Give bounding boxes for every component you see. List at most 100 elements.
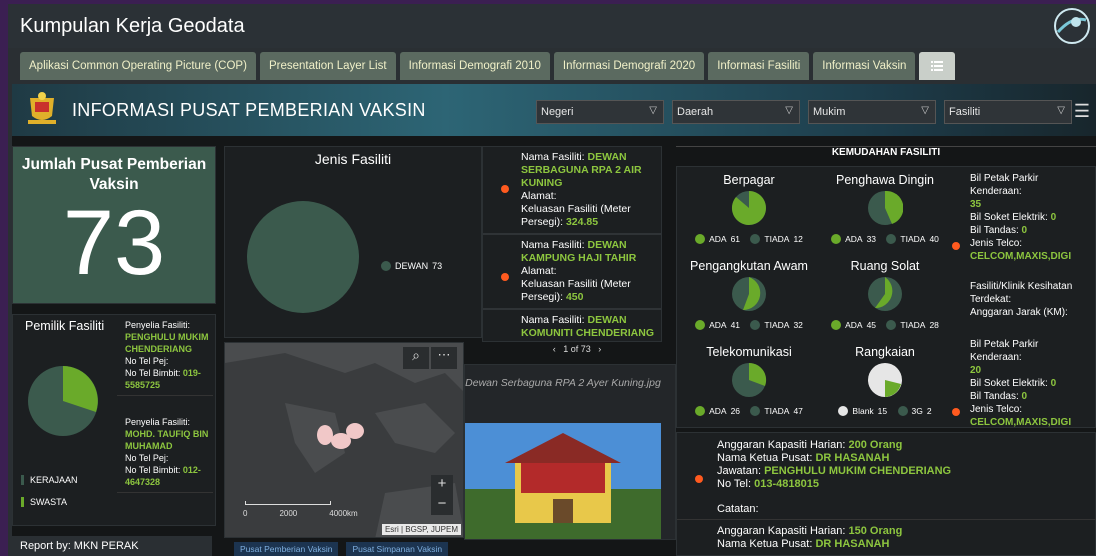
chevron-down-icon: ▽ [785,105,793,116]
chevron-down-icon: ▽ [921,105,929,116]
tab-pusat-simpanan-vaksin[interactable]: Pusat Simpanan Vaksin [346,542,449,556]
facility-type-legend: DEWAN 73 [381,261,442,271]
legend-value: 12 [793,234,803,244]
legend-value: 15 [877,406,888,416]
marker-dot-icon [501,273,509,281]
map-view[interactable]: ⌕ ⋯ + − 0 2000 4000km Esri | BGSP, JUPEM [224,342,464,538]
tab-presentation-layer[interactable]: Presentation Layer List [259,52,396,80]
legend-value: 61 [730,234,741,244]
legend-swatch [831,320,842,330]
legend-label: DEWAN [395,261,429,271]
amenity-chart-berpagar: Berpagar ADA 61 TIADA 12 [687,173,811,244]
chart-title: Pengangkutan Awam [690,259,808,273]
field-label: Nama Ketua Pusat: [717,452,813,464]
tab-informasi-vaksin[interactable]: Informasi Vaksin [813,52,916,80]
facility-type-pie [247,201,359,313]
field-label: Anggaran Jarak (KM): [970,307,1068,318]
legend-value: 41 [730,320,741,330]
filter-daerah[interactable]: Daerah ▽ [672,100,800,124]
total-card: Jumlah Pusat Pemberian Vaksin 73 [12,146,216,304]
field-value: 35 [970,199,982,210]
chart-legend: ADA 61 TIADA 12 [687,234,811,244]
tab-pusat-pemberian-vaksin[interactable]: Pusat Pemberian Vaksin [234,542,339,556]
legend-label: TIADA [900,234,926,244]
legend-value: 33 [866,234,877,244]
legend-label: KERAJAAN [30,475,78,485]
amenity-chart-telekomunikasi: Telekomunikasi ADA 26 TIADA 47 [687,345,811,416]
tab-informasi-fasiliti[interactable]: Informasi Fasiliti [708,52,810,80]
tab-demografi-2010[interactable]: Informasi Demografi 2010 [399,52,550,80]
zoom-out-icon[interactable]: − [431,495,453,515]
chevron-down-icon: ▽ [1057,105,1065,116]
chart-legend: ADA 26 TIADA 47 [687,406,811,416]
capacity-record: Anggaran Kapasiti Harian: 150 Orang Nama… [717,525,902,551]
field-label: Catatan: [717,503,759,515]
filter-mukim[interactable]: Mukim ▽ [808,100,936,124]
filter-label: Negeri [541,106,574,118]
pie-chart [868,277,902,311]
zoom-in-icon[interactable]: + [431,475,453,495]
hamburger-menu-icon[interactable]: ☰ [1074,101,1090,122]
next-page-icon[interactable]: › [598,344,601,354]
legend-swatch [21,475,24,485]
list-item: Penyelia Fasiliti: PENGHULU MUKIM CHENDE… [117,317,213,396]
filter-fasiliti[interactable]: Fasiliti ▽ [944,100,1072,124]
field-value: 150 Orang [848,525,903,537]
field-value: 0 [1021,391,1028,402]
legend-swatch [838,406,849,416]
tab-list-icon[interactable] [919,52,956,80]
legend-label: ADA [709,406,727,416]
marker-dot-icon [952,408,960,416]
chart-title: Rangkaian [855,345,915,359]
field-label: Alamat: [521,190,557,202]
map-search-icon[interactable]: ⌕ [403,347,429,369]
amenity-chart-ruang-solat: Ruang Solat ADA 45 TIADA 28 [823,259,947,330]
chart-legend: ADA 45 TIADA 28 [823,320,947,330]
list-item[interactable]: Nama Fasiliti: DEWAN SERBAGUNA RPA 2 AIR… [483,147,661,235]
chevron-down-icon: ▽ [649,105,657,116]
legend-label: TIADA [764,234,790,244]
legend-swatch [831,234,842,244]
tab-cop[interactable]: Aplikasi Common Operating Picture (COP) [20,52,256,80]
legend-swatch [750,320,761,330]
owner-pie-chart [28,366,98,436]
prev-page-icon[interactable]: ‹ [553,344,556,354]
app-title: Kumpulan Kerja Geodata [20,14,245,37]
field-label: Alamat: [521,265,557,277]
tab-demografi-2020[interactable]: Informasi Demografi 2020 [553,52,705,80]
owner-title: Pemilik Fasiliti [25,319,105,333]
field-label: Jenis Telco: [970,238,1023,249]
chart-title: Telekomunikasi [706,345,792,359]
field-label: Bil Tandas: [970,225,1019,236]
field-label: Fasiliti/Klinik Kesihatan Terdekat: [970,281,1073,305]
field-value: CELCOM,MAXIS,DIGI [970,251,1072,262]
facility-list: Nama Fasiliti: DEWAN SERBAGUNA RPA 2 AIR… [482,146,662,342]
chart-legend: ADA 33 TIADA 40 [823,234,947,244]
legend-value: 45 [866,320,877,330]
chart-title: Ruang Solat [850,259,920,273]
legend-swatch [695,320,706,330]
pie-chart [731,191,766,225]
more-options-icon[interactable]: ⋯ [431,347,457,369]
field-label: Penyelia Fasiliti: [125,417,191,427]
report-footer: Report by: MKN PERAK [12,536,212,556]
area-value: 324.85 [565,216,599,228]
list-item[interactable]: Nama Fasiliti: DEWAN KAMPUNG HAJI TAHIR … [483,235,661,310]
legend-label: ADA [845,234,863,244]
legend-label: Blank [852,406,874,416]
vaccine-dashboard: INFORMASI PUSAT PEMBERIAN VAKSIN Negeri ▽… [12,84,1096,556]
field-label: Jenis Telco: [970,404,1023,415]
list-item[interactable]: Nama Fasiliti: DEWAN KOMUNITI CHENDERIAN… [483,310,661,341]
legend-label: TIADA [764,320,790,330]
crest-icon [28,92,56,124]
amenity-chart-penghawa-dingin: Penghawa Dingin ADA 33 TIADA 40 [823,173,947,244]
dashboard-title: INFORMASI PUSAT PEMBERIAN VAKSIN [72,99,426,120]
filter-negeri[interactable]: Negeri ▽ [536,100,664,124]
field-value: 013-4818015 [754,478,819,490]
legend-swatch [695,234,706,244]
bottom-tabs: Pusat Pemberian Vaksin Pusat Simpanan Va… [234,542,449,556]
chart-legend: Blank 15 3G 2 [823,406,947,416]
pie-chart [732,362,767,397]
filter-label: Daerah [677,106,714,118]
chart-title: Berpagar [723,173,775,187]
